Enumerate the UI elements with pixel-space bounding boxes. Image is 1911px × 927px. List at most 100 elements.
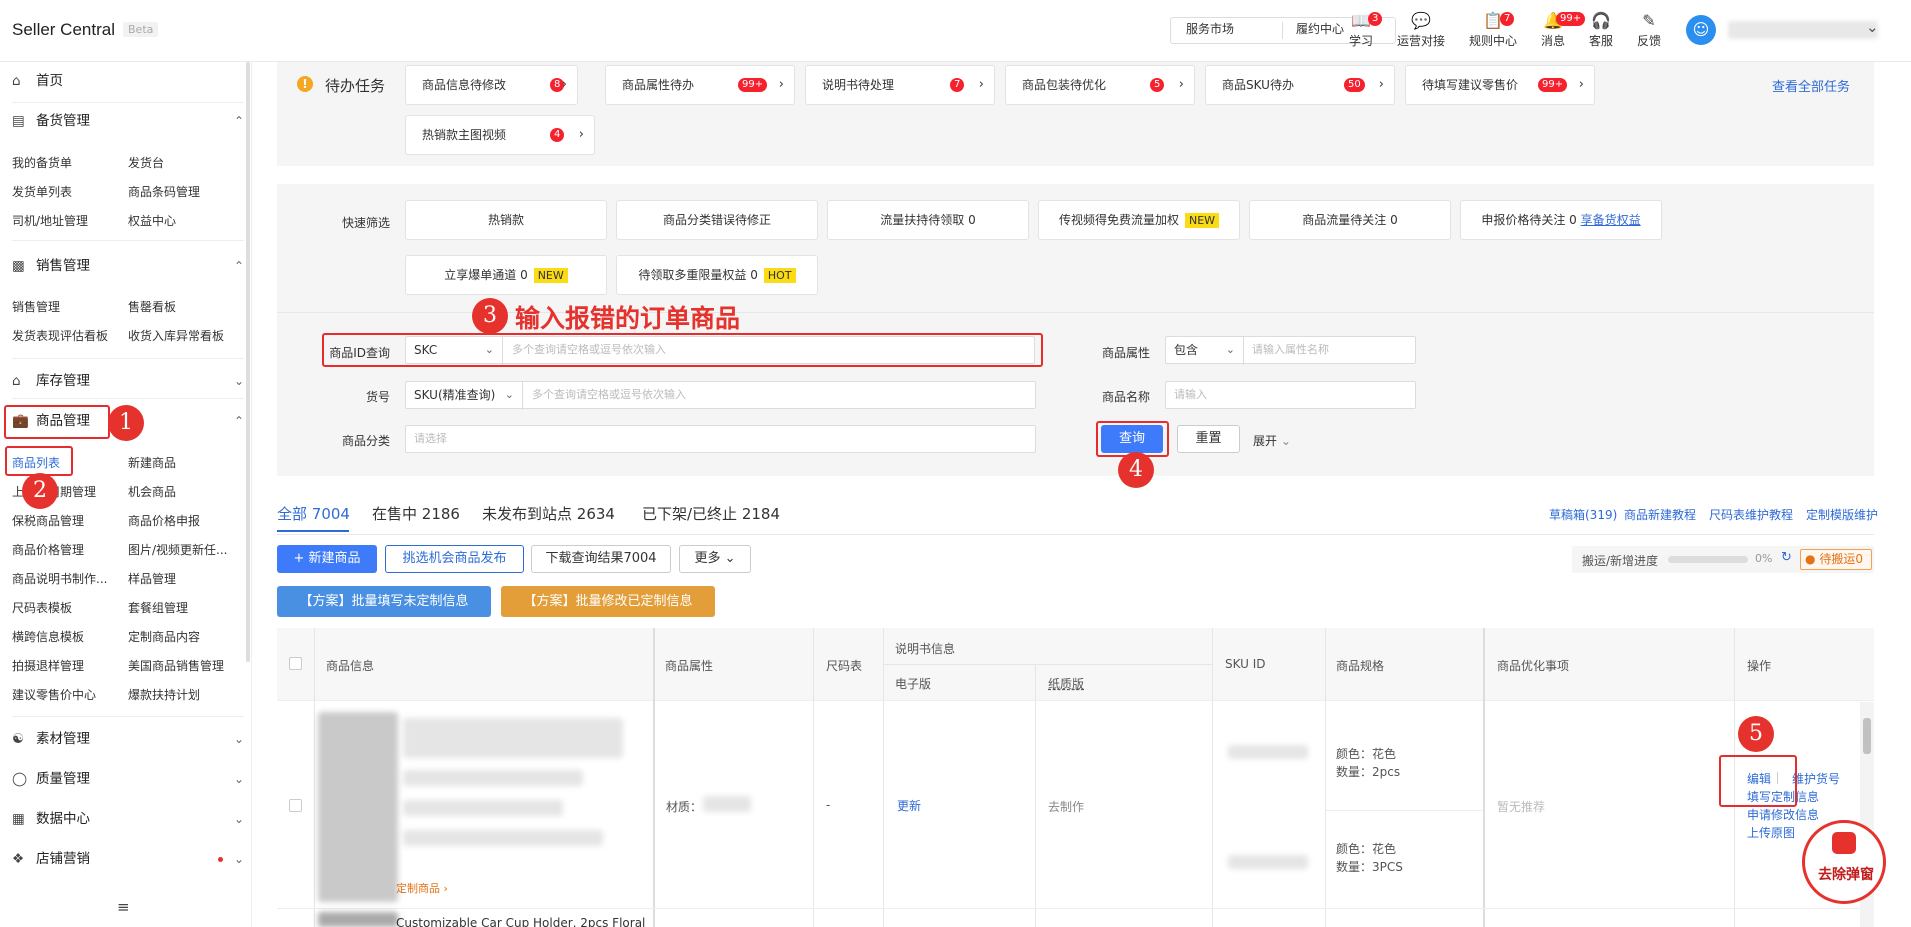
sidebar-item[interactable]: 发货台 xyxy=(128,154,164,171)
sidebar-item[interactable]: 图片/视频更新任... xyxy=(128,541,228,558)
custom-product-tag[interactable]: 定制商品 › xyxy=(396,880,448,896)
sidebar-group-store[interactable]: ❖ 店铺营销 ⌄ xyxy=(12,848,244,870)
sidebar-item[interactable]: 定制商品内容 xyxy=(128,628,200,645)
quick-filter-chip[interactable]: 待领取多重限量权益 0 HOT xyxy=(616,255,818,295)
sidebar-item[interactable]: 商品价格管理 xyxy=(12,541,84,558)
quick-filter-chip[interactable]: 申报价格待关注 0 享备货权益 xyxy=(1460,200,1662,240)
sidebar-item[interactable]: 拍摄退样管理 xyxy=(12,657,84,674)
rules-badge: 7 xyxy=(1500,12,1515,26)
refresh-icon[interactable]: ↻ xyxy=(1781,550,1792,565)
sidebar-item[interactable]: 机会商品 xyxy=(128,483,176,500)
sidebar-item[interactable]: 爆款扶持计划 xyxy=(128,686,200,703)
sidebar-group-material[interactable]: ☯ 素材管理 ⌄ xyxy=(12,728,244,750)
upload-original-link[interactable]: 上传原图 xyxy=(1747,824,1795,841)
maintain-sku-link[interactable]: 维护货号 xyxy=(1792,770,1840,787)
sidebar-item[interactable]: 发货单列表 xyxy=(12,183,72,200)
new-product-button[interactable]: + 新建商品 xyxy=(277,545,377,573)
chevron-down-icon[interactable]: ⌄ xyxy=(1866,18,1879,36)
sidebar-item[interactable]: 收货入库异常看板 xyxy=(128,327,224,344)
row-checkbox[interactable] xyxy=(289,799,302,812)
quick-filter-chip[interactable]: 立享爆单通道 0 NEW xyxy=(405,255,607,295)
quick-filter-chip[interactable]: 商品流量待关注 0 xyxy=(1249,200,1451,240)
sidebar-group-data[interactable]: ▦ 数据中心 ⌄ xyxy=(12,808,244,830)
brand-title[interactable]: Seller Central xyxy=(12,20,115,40)
size-chart-tutorial-link[interactable]: 尺码表维护教程 xyxy=(1709,506,1793,523)
quick-filter-chip[interactable]: 传视频得免费流量加权 NEW xyxy=(1038,200,1240,240)
todo-chip[interactable]: 商品SKU待办 50 › xyxy=(1205,65,1395,105)
chevron-down-icon: ⌄ xyxy=(233,772,244,786)
todo-chip[interactable]: 热销款主图视频 4 › xyxy=(405,115,595,155)
more-button[interactable]: 更多 ⌄ xyxy=(679,545,751,573)
sku-type-select[interactable]: SKU(精准查询) ⌄ xyxy=(406,382,523,410)
sidebar-item[interactable]: 商品说明书制作... xyxy=(12,570,107,587)
batch-fill-button[interactable]: 【方案】批量填写未定制信息 xyxy=(277,586,491,617)
sidebar-group-quality[interactable]: ◯ 质量管理 ⌄ xyxy=(12,768,244,790)
chip-label: 热销款 xyxy=(487,213,524,227)
todo-chip[interactable]: 商品属性待办 99+ › xyxy=(605,65,795,105)
select-all-checkbox[interactable] xyxy=(289,657,302,670)
sidebar-group-sales[interactable]: ▩ 销售管理 ⌃ xyxy=(12,255,244,277)
batch-edit-button[interactable]: 【方案】批量修改已定制信息 xyxy=(501,586,715,617)
sidebar-item[interactable]: 商品价格申报 xyxy=(128,512,200,529)
sidebar-item[interactable]: 样品管理 xyxy=(128,570,176,587)
product-image[interactable] xyxy=(318,912,398,927)
equity-link[interactable]: 享备货权益 xyxy=(1581,213,1641,227)
support-button[interactable]: 🎧 客服 xyxy=(1576,12,1626,49)
sidebar-item[interactable]: 销售管理 xyxy=(12,298,60,315)
drafts-link[interactable]: 草稿箱(319) xyxy=(1549,506,1617,523)
manual-make-link[interactable]: 去制作 xyxy=(1048,798,1084,815)
sidebar-item[interactable]: 商品条码管理 xyxy=(128,183,200,200)
expand-label: 展开 xyxy=(1253,434,1278,448)
category-select[interactable]: 请选择 xyxy=(405,425,1036,453)
pick-opportunity-button[interactable]: 挑选机会商品发布 xyxy=(385,545,524,573)
sidebar-item[interactable]: 尺码表模板 xyxy=(12,599,72,616)
sidebar-scrollbar[interactable] xyxy=(246,62,250,662)
request-change-link[interactable]: 申请修改信息 xyxy=(1747,806,1819,823)
pending-badge[interactable]: ● 待搬运0 xyxy=(1800,549,1872,570)
product-image[interactable] xyxy=(318,712,398,902)
tab-offline[interactable]: 已下架/已终止 2184 xyxy=(642,503,780,524)
sidebar-item[interactable]: 美国商品销售管理 xyxy=(128,657,224,674)
sku-input[interactable]: 多个查询请空格或逗号依次输入 xyxy=(532,382,1027,408)
download-results-button[interactable]: 下载查询结果7004 xyxy=(531,545,671,573)
sidebar-item[interactable]: 新建商品 xyxy=(128,454,176,471)
sidebar-item[interactable]: 发货表现评估看板 xyxy=(12,327,108,344)
sidebar-group-inventory[interactable]: ⌂ 库存管理 ⌄ xyxy=(12,370,244,392)
todo-chip[interactable]: 待填写建议零售价 99+ › xyxy=(1405,65,1595,105)
sidebar-item[interactable]: 套餐组管理 xyxy=(128,599,188,616)
username-blurred[interactable] xyxy=(1728,21,1878,39)
todo-chip[interactable]: 商品信息待修改 8 › xyxy=(405,65,578,105)
quick-filter-chip[interactable]: 热销款 xyxy=(405,200,607,240)
quick-filter-chip[interactable]: 流量扶持待领取 0 xyxy=(827,200,1029,240)
sidebar-item[interactable]: 横跨信息模板 xyxy=(12,628,84,645)
sidebar-item[interactable]: 建议零售价中心 xyxy=(12,686,96,703)
sidebar-item[interactable]: 司机/地址管理 xyxy=(12,212,88,229)
name-input[interactable]: 请输入 xyxy=(1165,381,1416,409)
collapse-sidebar-icon[interactable]: ≡ xyxy=(117,898,130,916)
tab-all[interactable]: 全部 7004 xyxy=(277,503,350,524)
service-market-link[interactable]: 服务市场 xyxy=(1186,20,1234,37)
tab-unpublished[interactable]: 未发布到站点 2634 xyxy=(482,503,615,524)
sidebar-item[interactable]: 我的备货单 xyxy=(12,154,72,171)
sidebar-item[interactable]: 权益中心 xyxy=(128,212,176,229)
view-all-tasks-link[interactable]: 查看全部任务 xyxy=(1772,76,1850,95)
new-product-tutorial-link[interactable]: 商品新建教程 xyxy=(1624,506,1696,523)
expand-toggle[interactable]: 展开 ⌄ xyxy=(1253,432,1291,449)
avatar[interactable]: ☺ xyxy=(1686,15,1716,45)
reset-button[interactable]: 重置 xyxy=(1177,425,1240,453)
sidebar-item[interactable]: 保税商品管理 xyxy=(12,512,84,529)
custom-template-link[interactable]: 定制模版维护 xyxy=(1806,506,1878,523)
manual-update-link[interactable]: 更新 xyxy=(897,797,921,814)
sidebar-item-home[interactable]: ⌂ 首页 xyxy=(12,70,244,92)
scroll-thumb[interactable] xyxy=(1863,718,1871,754)
feedback-button[interactable]: ✎ 反馈 xyxy=(1624,12,1674,49)
tab-on-sale[interactable]: 在售中 2186 xyxy=(372,503,460,524)
ops-button[interactable]: 💬 运营对接 xyxy=(1396,12,1446,49)
attr-input[interactable]: 请输入属性名称 xyxy=(1252,337,1412,363)
sidebar-item[interactable]: 售罄看板 xyxy=(128,298,176,315)
sidebar-group-stock[interactable]: ▤ 备货管理 ⌃ xyxy=(12,110,244,132)
todo-chip[interactable]: 商品包装待优化 5 › xyxy=(1005,65,1195,105)
attr-select[interactable]: 包含 ⌄ xyxy=(1166,337,1244,365)
quick-filter-chip[interactable]: 商品分类错误待修正 xyxy=(616,200,818,240)
todo-chip[interactable]: 说明书待处理 7 › xyxy=(805,65,995,105)
